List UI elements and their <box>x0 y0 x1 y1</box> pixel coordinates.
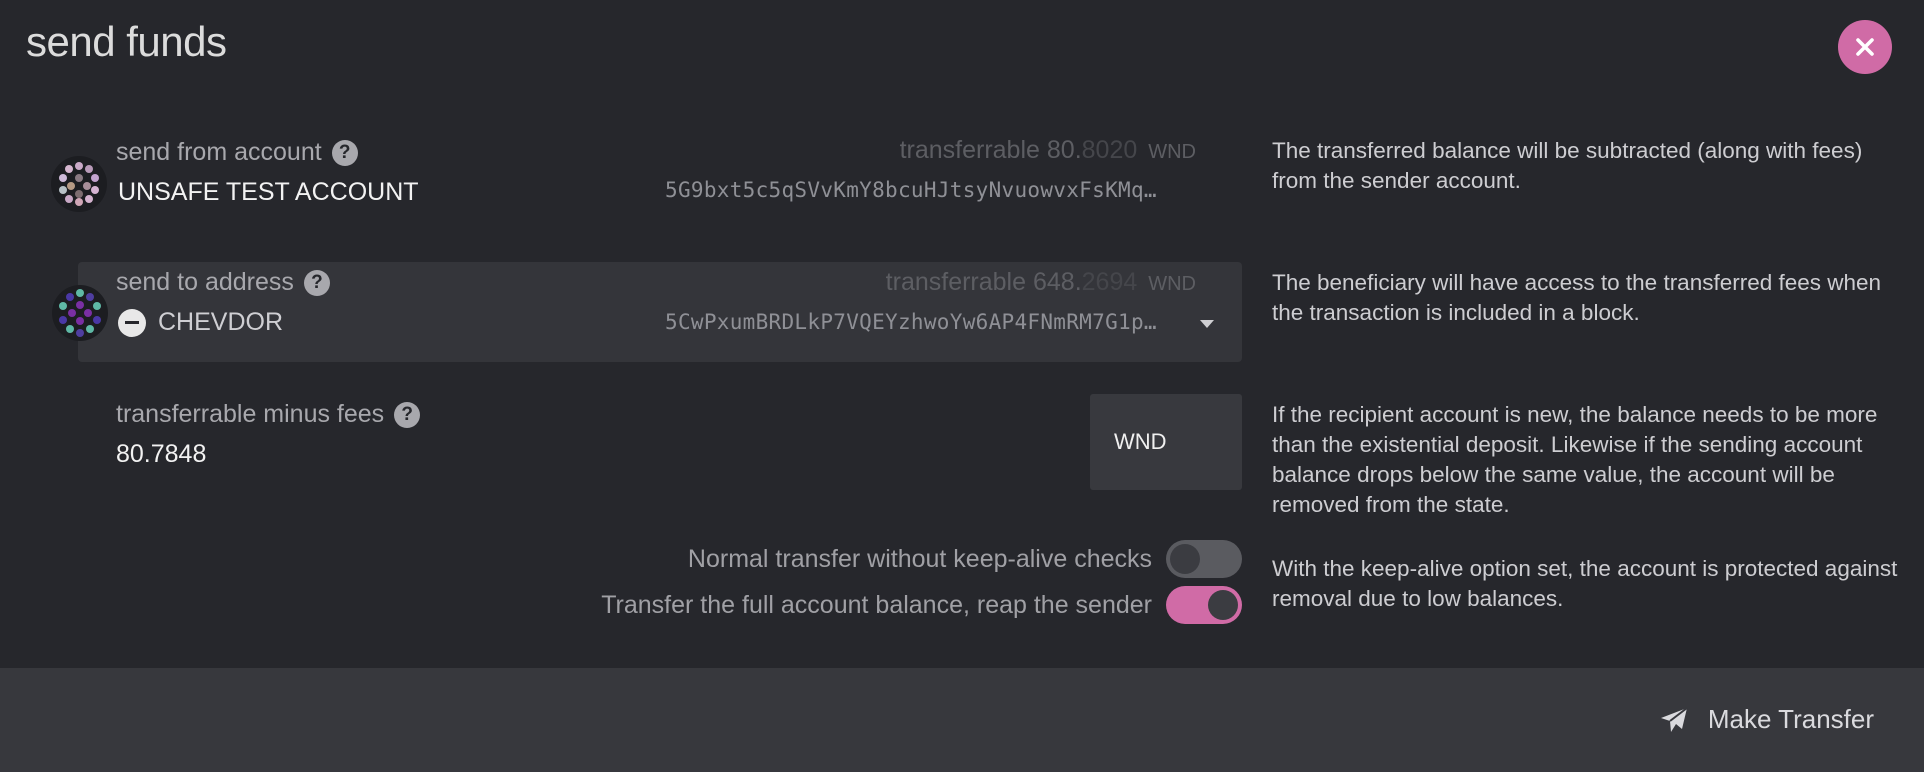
send-from-label: send from account ? <box>116 138 358 167</box>
balance-unit: WND <box>1148 141 1196 163</box>
help-icon[interactable]: ? <box>394 401 421 428</box>
keep-alive-option: Normal transfer without keep-alive check… <box>688 540 1242 578</box>
send-to-label: send to address ? <box>116 268 330 297</box>
full-balance-toggle[interactable] <box>1166 586 1242 624</box>
unit-label: WND <box>1114 429 1167 454</box>
recipient-identicon <box>52 285 108 341</box>
balance-int: 80. <box>1046 136 1082 164</box>
make-transfer-button[interactable]: Make Transfer <box>1660 704 1874 735</box>
amount-help-text: If the recipient account is new, the bal… <box>1272 402 1878 517</box>
balance-decimal: 2694 <box>1081 268 1138 296</box>
help-icon[interactable]: ? <box>331 139 358 166</box>
close-icon <box>1856 38 1874 56</box>
help-icon[interactable]: ? <box>303 269 330 296</box>
make-transfer-label: Make Transfer <box>1707 704 1874 734</box>
full-balance-label: Transfer the full account balance, reap … <box>601 590 1152 619</box>
keep-alive-label: Normal transfer without keep-alive check… <box>687 544 1152 573</box>
amount-label: transferrable minus fees ? <box>116 400 421 429</box>
minus-circle-icon <box>118 308 146 337</box>
unit-selector[interactable]: WND <box>1090 394 1242 490</box>
send-funds-modal: send funds send from account ? UNSAFE TE… <box>0 0 1924 772</box>
send-from-label-text: send from account <box>116 138 322 166</box>
options-help-text: With the keep-alive option set, the acco… <box>1272 556 1898 611</box>
sender-name-text: UNSAFE TEST ACCOUNT <box>118 178 419 206</box>
send-plane-icon <box>1660 706 1688 732</box>
recipient-transferrable: transferrable 648.2694 WND <box>886 268 1196 297</box>
sender-transferrable: transferrable 80.8020 WND <box>900 136 1196 165</box>
chevron-down-icon[interactable] <box>1200 320 1214 328</box>
amount-row: transferrable minus fees ? 80.7848 If th… <box>0 394 1924 524</box>
balance-int: 648. <box>1032 268 1082 296</box>
transferrable-label: transferrable <box>899 136 1040 164</box>
full-balance-option: Transfer the full account balance, reap … <box>601 586 1242 624</box>
sender-account-name[interactable]: UNSAFE TEST ACCOUNT <box>118 178 419 207</box>
modal-title: send funds <box>26 18 227 65</box>
recipient-name-text: CHEVDOR <box>158 308 284 336</box>
modal-footer: Make Transfer <box>0 668 1924 772</box>
sender-help-text: The transferred balance will be subtract… <box>1272 138 1863 193</box>
sender-identicon <box>51 156 107 212</box>
sender-address: 5G9bxt5c5qSVvKmY8bcuHJtsyNvuowvxFsKMq… <box>665 178 1157 202</box>
send-from-row: send from account ? UNSAFE TEST ACCOUNT … <box>0 122 1924 222</box>
balance-decimal: 8020 <box>1081 136 1138 164</box>
transferrable-label: transferrable <box>885 268 1027 296</box>
recipient-account-name[interactable]: CHEVDOR <box>118 308 283 337</box>
amount-value: 80.7848 <box>116 440 207 468</box>
amount-label-text: transferrable minus fees <box>116 400 385 428</box>
send-to-label-text: send to address <box>116 268 294 296</box>
balance-unit: WND <box>1148 273 1196 295</box>
recipient-help-text: The beneficiary will have access to the … <box>1272 270 1882 325</box>
keep-alive-toggle[interactable] <box>1166 540 1242 578</box>
close-button[interactable] <box>1838 20 1892 74</box>
send-to-row: send to address ? CHEVDOR transferrable … <box>0 262 1924 362</box>
recipient-address: 5CwPxumBRDLkP7VQEYzhwoYw6AP4FNmRM7G1p… <box>665 310 1157 334</box>
